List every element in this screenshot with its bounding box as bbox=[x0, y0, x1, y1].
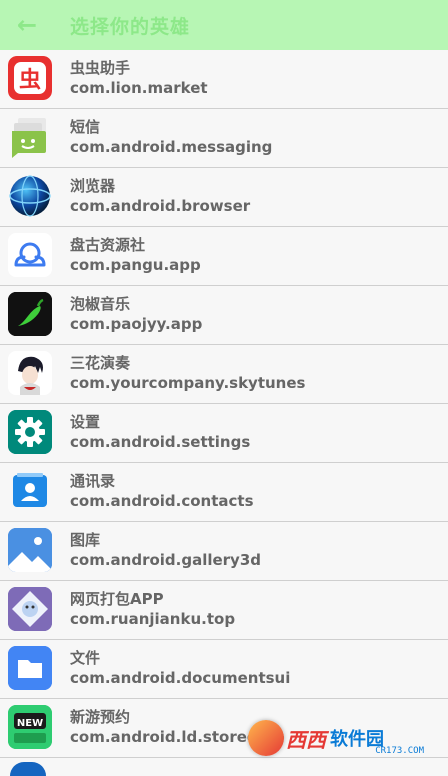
page-title: 选择你的英雄 bbox=[70, 15, 191, 38]
app-package: com.lion.market bbox=[70, 79, 208, 97]
app-name: 通讯录 bbox=[70, 472, 116, 490]
webpack-app-icon bbox=[8, 587, 52, 631]
app-header: ← 选择你的英雄 bbox=[0, 0, 448, 50]
sanhua-icon bbox=[8, 351, 52, 395]
watermark-logo bbox=[248, 720, 284, 756]
chongchong-icon: 虫 bbox=[8, 56, 52, 100]
app-name: 盘古资源社 bbox=[70, 236, 146, 254]
list-item[interactable]: 三花演奏 com.yourcompany.skytunes bbox=[0, 345, 448, 404]
app-package: com.pangu.app bbox=[70, 256, 201, 274]
app-package: com.android.browser bbox=[70, 197, 251, 215]
list-item[interactable]: 图库 com.android.gallery3d bbox=[0, 522, 448, 581]
app-package: com.paojyy.app bbox=[70, 315, 203, 333]
svg-text:NEW: NEW bbox=[17, 718, 43, 729]
list-item[interactable]: 泡椒音乐 com.paojyy.app bbox=[0, 286, 448, 345]
app-package: com.android.gallery3d bbox=[70, 551, 262, 569]
list-item[interactable]: 设置 com.android.settings bbox=[0, 404, 448, 463]
contacts-icon bbox=[8, 469, 52, 513]
svg-text:虫: 虫 bbox=[19, 67, 41, 93]
list-item[interactable]: 虫 虫虫助手 com.lion.market bbox=[0, 50, 448, 109]
back-button[interactable]: ← bbox=[12, 10, 42, 40]
list-item[interactable]: 文件 com.android.documentsui bbox=[0, 640, 448, 699]
list-item[interactable]: 短信 com.android.messaging bbox=[0, 109, 448, 168]
gallery-icon bbox=[8, 528, 52, 572]
app-name: 三花演奏 bbox=[70, 354, 131, 372]
new-game-icon: NEW bbox=[8, 705, 52, 749]
app-package: com.android.settings bbox=[70, 433, 251, 451]
partial-app-icon bbox=[10, 762, 46, 776]
list-item[interactable]: 网页打包APP com.ruanjianku.top bbox=[0, 581, 448, 640]
app-name: 文件 bbox=[70, 649, 101, 667]
app-name: 图库 bbox=[70, 531, 101, 549]
watermark-text-a: 西西 bbox=[286, 727, 326, 752]
app-package: com.android.messaging bbox=[70, 138, 273, 156]
app-name: 设置 bbox=[70, 413, 101, 431]
pangu-icon bbox=[8, 233, 52, 277]
browser-icon bbox=[8, 174, 52, 218]
paojiao-icon bbox=[8, 292, 52, 336]
list-item[interactable]: 浏览器 com.android.browser bbox=[0, 168, 448, 227]
app-name: 网页打包APP bbox=[70, 590, 164, 608]
messaging-icon bbox=[8, 115, 52, 159]
app-package: com.ruanjianku.top bbox=[70, 610, 236, 628]
arrow-left-icon: ← bbox=[16, 11, 38, 39]
list-item[interactable]: 通讯录 com.android.contacts bbox=[0, 463, 448, 522]
watermark-sub: CR173.COM bbox=[375, 746, 424, 756]
app-name: 虫虫助手 bbox=[70, 59, 131, 77]
watermark: 西西 软件园 CR173.COM bbox=[248, 718, 430, 758]
app-package: com.yourcompany.skytunes bbox=[70, 374, 306, 392]
app-name: 短信 bbox=[70, 118, 101, 136]
app-package: com.android.documentsui bbox=[70, 669, 291, 687]
app-package: com.android.contacts bbox=[70, 492, 254, 510]
app-list: 虫 虫虫助手 com.lion.market 短信 com.android.me… bbox=[0, 50, 448, 758]
app-name: 泡椒音乐 bbox=[70, 295, 131, 313]
list-item[interactable]: 盘古资源社 com.pangu.app bbox=[0, 227, 448, 286]
files-folder-icon bbox=[8, 646, 52, 690]
settings-gear-icon bbox=[8, 410, 52, 454]
app-name: 浏览器 bbox=[70, 177, 116, 195]
